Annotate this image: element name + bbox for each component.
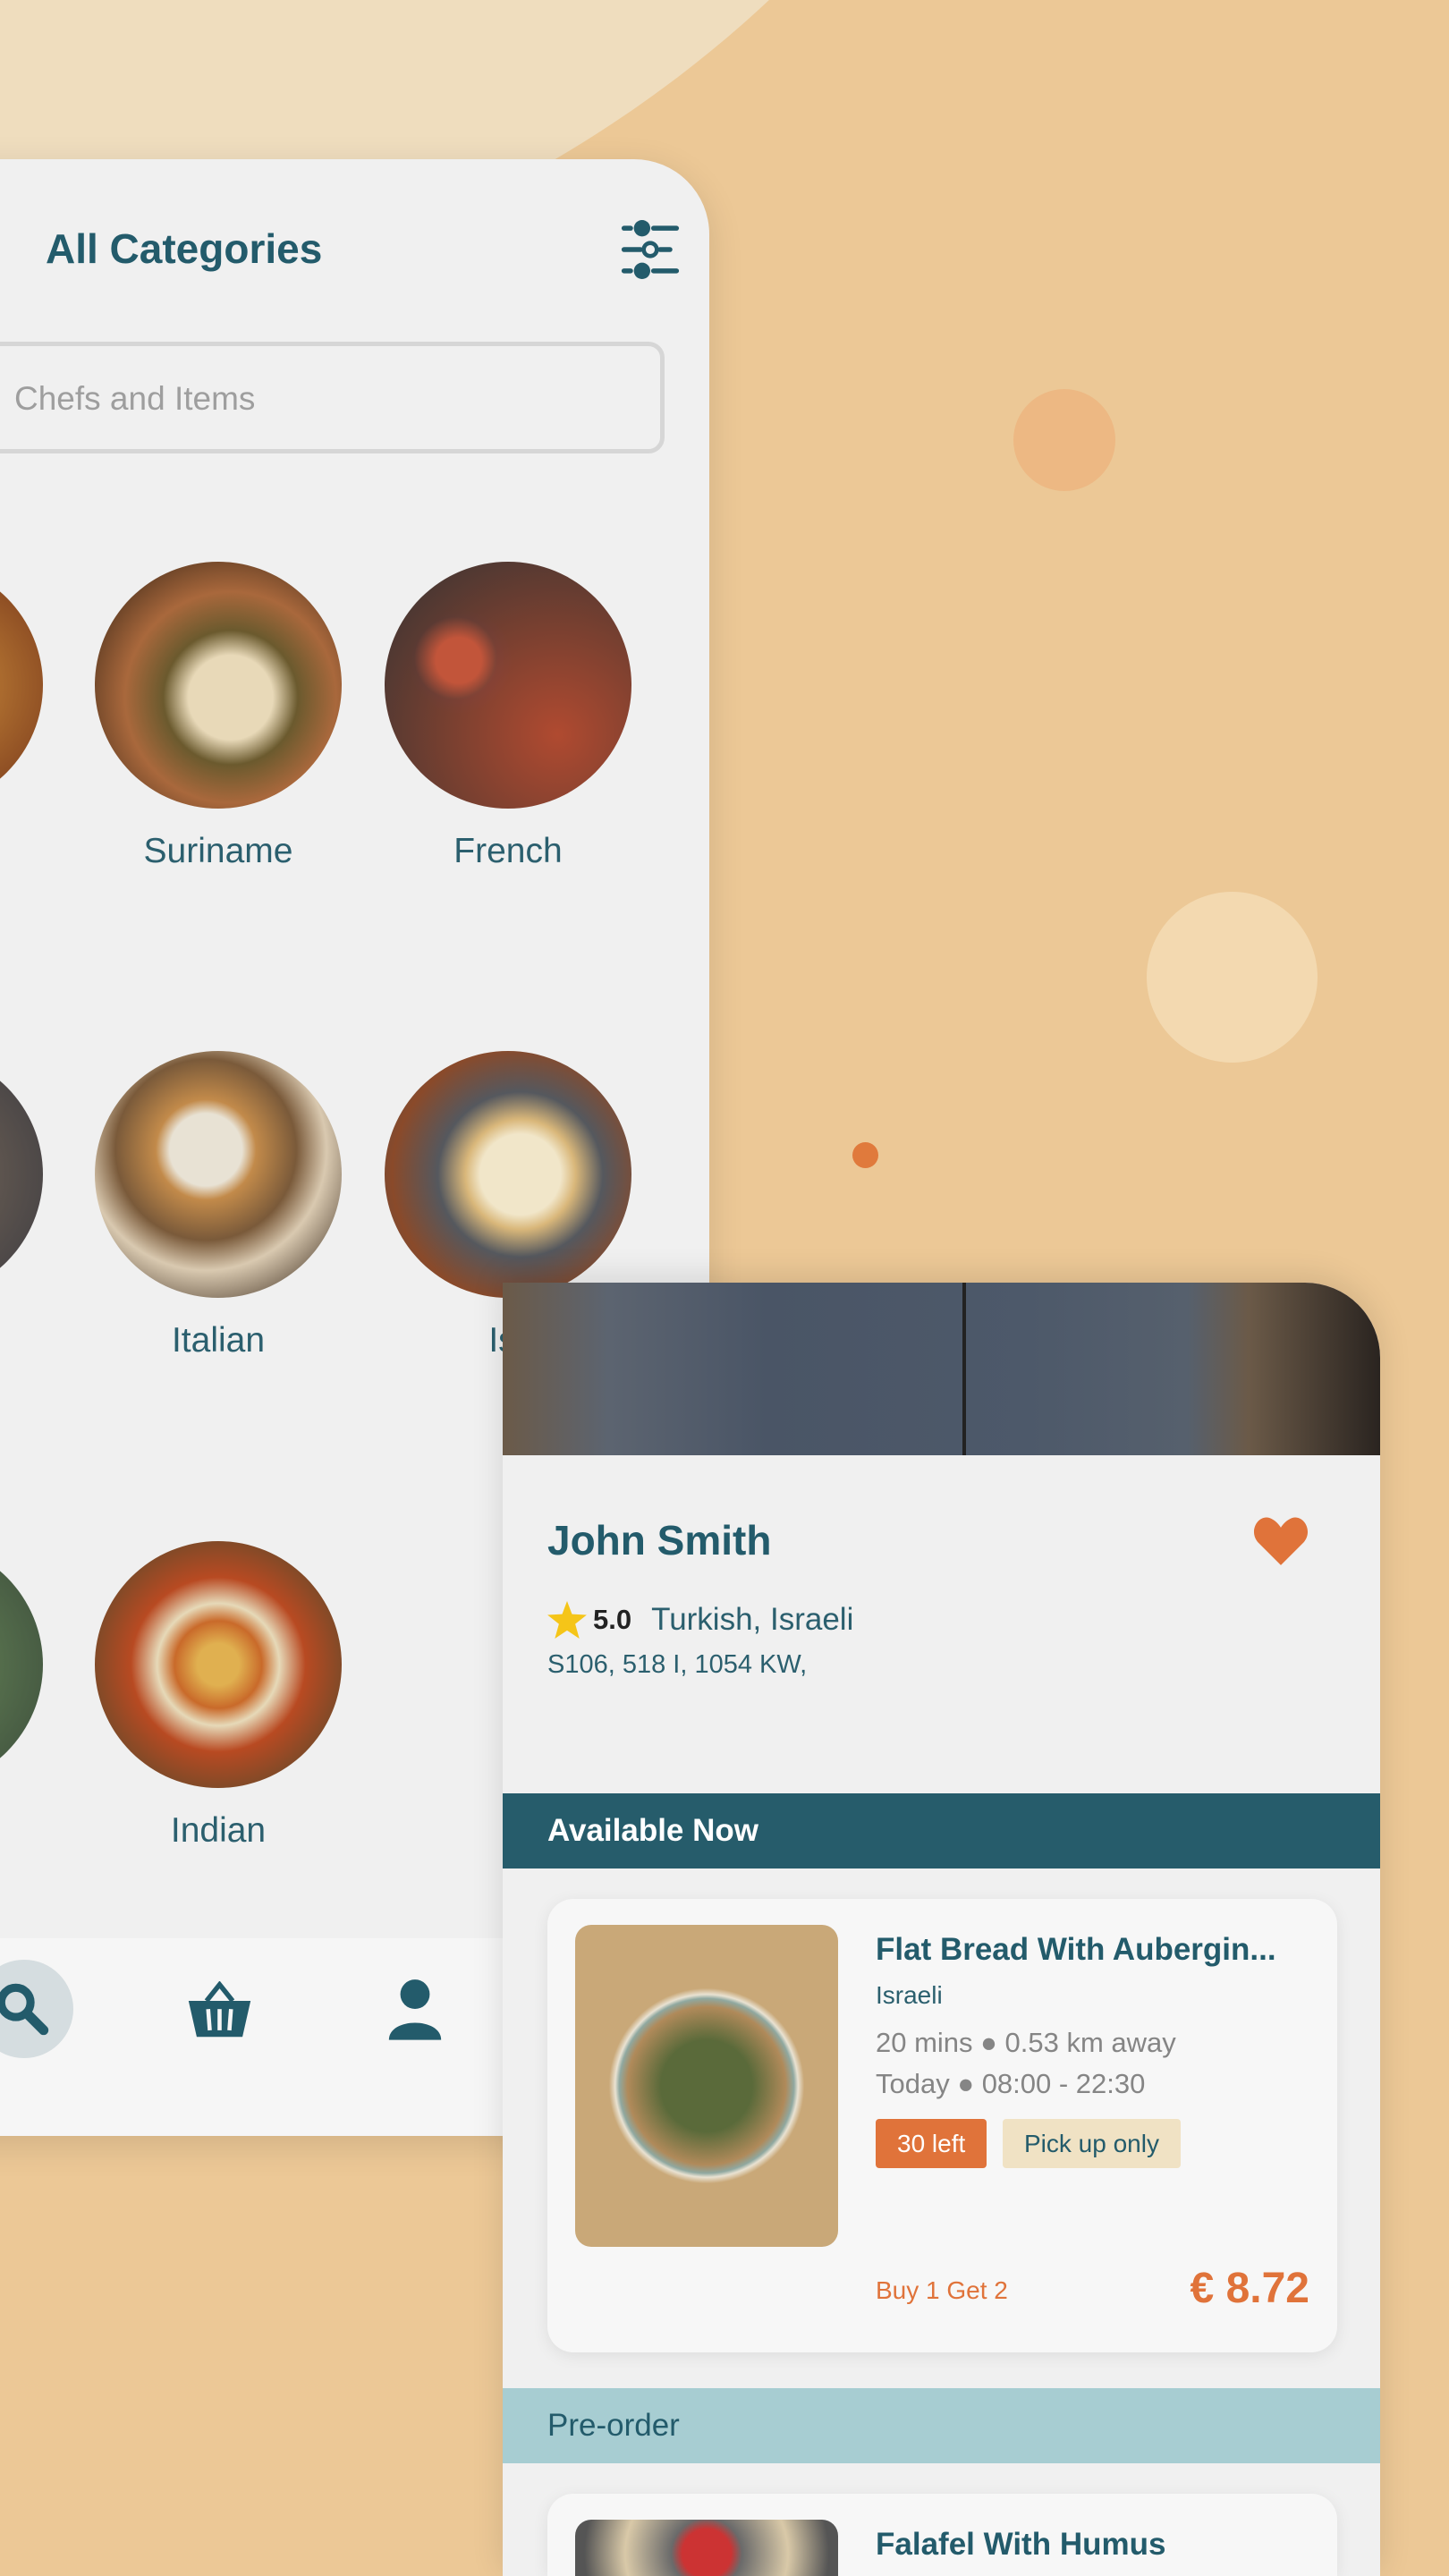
item-price: € 8.72 — [1190, 2265, 1309, 2312]
promo-canvas: All Categories n Suriname French Italian… — [0, 0, 1449, 2576]
food-image — [575, 2520, 838, 2576]
menu-item-card[interactable]: Falafel With Humus — [547, 2494, 1337, 2576]
section-header-pre-order: Pre-order — [503, 2388, 1380, 2463]
search-field[interactable] — [0, 342, 665, 453]
basket-icon[interactable] — [187, 1981, 252, 2040]
section-header-available-now: Available Now — [503, 1793, 1380, 1868]
chef-photo — [503, 1283, 1380, 1455]
category-item[interactable]: French — [385, 562, 631, 871]
page-title: All Categories — [46, 225, 323, 272]
search-input[interactable] — [13, 379, 642, 419]
user-icon[interactable] — [387, 1978, 443, 2040]
nav-search-button[interactable] — [0, 1960, 73, 2058]
item-cuisine: Israeli — [876, 1981, 943, 2009]
category-item[interactable] — [0, 1051, 43, 1321]
item-title: Falafel With Humus — [876, 2527, 1166, 2562]
item-title: Flat Bread With Aubergin... — [876, 1932, 1276, 1967]
item-availability: Today ● 08:00 - 22:30 — [876, 2068, 1146, 2099]
stock-badge: 30 left — [876, 2119, 987, 2168]
category-item[interactable]: Suriname — [95, 562, 342, 871]
decor-circle — [1147, 892, 1318, 1063]
search-icon — [0, 1983, 49, 2036]
category-item[interactable]: n — [0, 562, 43, 871]
promo-text: Buy 1 Get 2 — [876, 2276, 1008, 2304]
menu-item-card[interactable]: Flat Bread With Aubergin... Israeli 20 m… — [547, 1899, 1337, 2352]
category-item[interactable]: Italian — [95, 1051, 342, 1360]
food-image — [575, 1925, 838, 2247]
decor-circle — [1013, 389, 1115, 491]
star-icon — [547, 1601, 587, 1639]
category-item[interactable]: Indian — [95, 1541, 342, 1851]
sliders-icon[interactable] — [621, 218, 680, 281]
decor-dot — [852, 1142, 878, 1168]
chef-cuisines: Turkish, Israeli — [651, 1602, 854, 1637]
rating-value: 5.0 — [593, 1604, 632, 1635]
chef-rating: 5.0 Turkish, Israeli — [547, 1601, 853, 1639]
chef-name: John Smith — [547, 1517, 772, 1563]
category-item[interactable]: ne — [0, 1541, 43, 1851]
item-time-distance: 20 mins ● 0.53 km away — [876, 2027, 1176, 2058]
chef-screen: John Smith 5.0 Turkish, Israeli S106, 51… — [503, 1283, 1380, 2576]
chef-address: S106, 518 I, 1054 KW, — [547, 1650, 808, 1679]
pickup-badge: Pick up only — [1003, 2119, 1181, 2168]
heart-icon[interactable] — [1253, 1514, 1309, 1567]
